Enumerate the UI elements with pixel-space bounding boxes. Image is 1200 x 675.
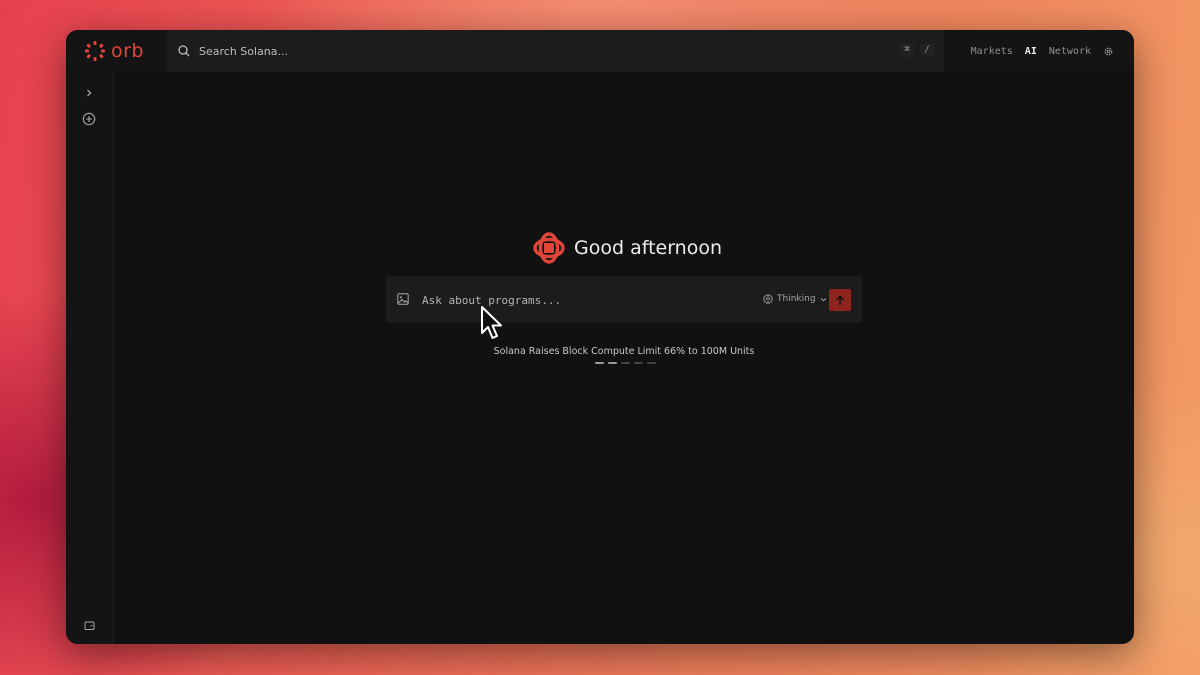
image-upload-icon[interactable] [397,293,409,305]
search-icon [178,45,190,57]
logo-text: orb [111,40,144,62]
gear-icon[interactable] [1103,46,1114,57]
greeting-text: Good afternoon [574,237,723,259]
mouse-pointer-icon [481,306,502,339]
app-window: orb Search Solana... ⌘ / Markets AI Netw… [66,30,1134,644]
logo[interactable]: orb [84,38,144,64]
news-carousel-indicator [595,362,660,364]
plus-circle-icon[interactable] [81,111,97,127]
search-bar[interactable]: Search Solana... ⌘ / [167,30,944,72]
wallet-icon[interactable] [82,618,96,632]
carousel-dot[interactable] [608,362,617,364]
carousel-dot[interactable] [634,362,643,364]
thinking-mode-dropdown[interactable]: Thinking [763,292,827,306]
shortcut-key-cmd: ⌘ [900,43,914,57]
news-headline[interactable]: Solana Raises Block Compute Limit 66% to… [114,346,1134,357]
sidebar [66,72,114,644]
brain-icon [763,294,773,304]
top-nav: Markets AI Network [971,30,1134,72]
prompt-input[interactable] [420,286,744,315]
thinking-mode-label: Thinking [777,294,816,304]
send-button[interactable] [829,289,851,311]
carousel-dot[interactable] [621,362,630,364]
nav-network[interactable]: Network [1049,46,1091,57]
orb-logo-icon [85,41,105,61]
search-placeholder: Search Solana... [199,44,288,58]
greeting-row: Good afternoon [532,230,722,266]
top-bar: orb Search Solana... ⌘ / Markets AI Netw… [66,30,1134,72]
carousel-dot[interactable] [595,362,604,364]
chevron-right-icon[interactable] [82,86,96,100]
nav-markets[interactable]: Markets [971,46,1013,57]
main-content: Good afternoon Thinking Solana Raises Bl… [114,72,1134,644]
shortcut-key-slash: / [920,43,934,57]
chevron-down-icon [820,297,826,302]
nav-ai[interactable]: AI [1025,46,1037,57]
prompt-box: Thinking [386,276,862,323]
arrow-up-icon [835,294,845,305]
carousel-dot[interactable] [647,362,656,364]
orb-ai-icon [533,232,565,264]
